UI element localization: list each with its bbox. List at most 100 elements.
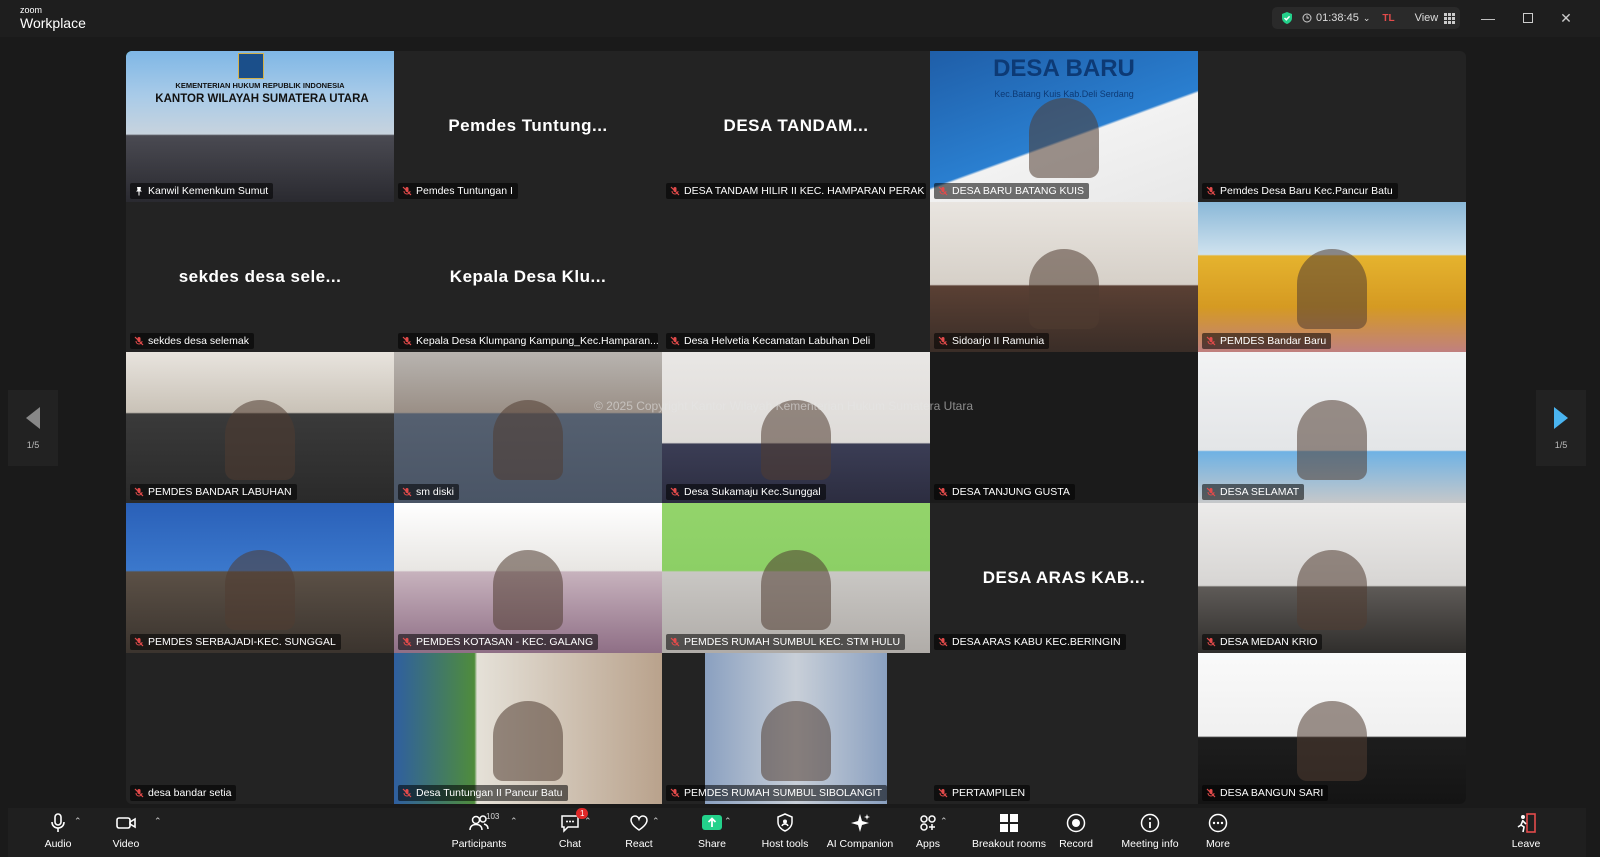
mic-muted-icon [134,788,144,798]
banner-emblem-icon [238,53,264,79]
chat-button[interactable]: 1 Chat [530,808,610,850]
app-logo: zoom Workplace [20,6,86,31]
apps-label: Apps [916,838,940,850]
mic-muted-icon [402,637,412,647]
video-options-caret-icon[interactable]: ⌃ [154,816,162,827]
participant-name: PEMDES RUMAH SUMBUL KEC. STM HULU [684,636,901,649]
participants-button[interactable]: 103 Participants [439,812,519,850]
participant-tile[interactable]: desa bandar setia [126,653,394,804]
apps-button[interactable]: Apps [888,812,968,850]
participant-name: DESA BANGUN SARI [1220,786,1324,799]
breakout-rooms-label: Breakout rooms [971,838,1047,850]
participant-silhouette [493,550,563,631]
background-sign-title: DESA BARU [993,55,1135,82]
user-initials-badge[interactable]: TL [1382,13,1394,24]
mic-muted-icon [670,336,680,346]
participant-tile[interactable]: DESA SELAMAT [1198,352,1466,503]
participant-silhouette [761,550,831,631]
ai-companion-label: AI Companion [826,838,894,850]
participant-tile[interactable]: Desa Sukamaju Kec.Sunggal [662,352,930,503]
participant-tile[interactable]: DESA BARU Kec.Batang Kuis Kab.Deli Serdan… [930,51,1198,202]
participant-tile[interactable]: Desa Helvetia Kecamatan Labuhan Deli [662,201,930,353]
record-label: Record [1059,838,1093,850]
logo-brand-big: Workplace [20,15,86,31]
participant-name-tag: sm diski [398,483,459,500]
maximize-button[interactable] [1518,8,1538,28]
participant-name-tag: Desa Sukamaju Kec.Sunggal [666,483,826,500]
participant-tile[interactable]: DESA TANDAM... DESA TANDAM HILIR II KEC. … [662,51,930,202]
mic-muted-icon [1206,788,1216,798]
participant-tile[interactable]: Kepala Desa Klu... Kepala Desa Klumpang K… [394,201,662,353]
participant-silhouette [493,399,563,480]
participant-tile[interactable]: Pemdes Desa Baru Kec.Pancur Batu [1198,51,1466,202]
participant-name-tag: Desa Helvetia Kecamatan Labuhan Deli [666,333,876,350]
participant-tile[interactable]: KEMENTERIAN HUKUM REPUBLIK INDONESIA KANT… [126,51,394,202]
mic-muted-icon [402,336,412,346]
meeting-timer[interactable]: 01:38:45 ⌄ [1302,12,1370,24]
participant-name: sm diski [416,485,454,498]
participant-name-tag: PEMDES SERBAJADI-KEC. SUNGGAL [130,634,341,651]
participant-tile[interactable]: DESA MEDAN KRIO [1198,502,1466,654]
participant-name-tag: PEMDES RUMAH SUMBUL SIBOLANGIT [666,784,887,801]
participant-tile[interactable]: sekdes desa sele... sekdes desa selemak [126,201,394,353]
leave-button[interactable]: Leave [1496,812,1556,850]
react-options-caret-icon[interactable]: ⌃ [652,816,660,827]
share-options-caret-icon[interactable]: ⌃ [724,816,732,827]
mic-muted-icon [1206,487,1216,497]
participant-name: PEMDES BANDAR LABUHAN [148,485,292,498]
participant-tile[interactable]: PERTAMPILEN [930,653,1198,804]
participant-tile[interactable]: PEMDES Bandar Baru [1198,201,1466,353]
mic-muted-icon [402,487,412,497]
participant-name: PEMDES SERBAJADI-KEC. SUNGGAL [148,636,336,649]
share-label: Share [697,838,727,850]
view-button[interactable]: View [1415,12,1456,24]
record-button[interactable]: Record [1036,812,1116,850]
mic-muted-icon [1206,336,1216,346]
participant-display-name: DESA ARAS KAB... [982,568,1146,588]
minimize-button[interactable]: — [1478,8,1498,28]
participant-tile[interactable]: Pemdes Tuntung... Pemdes Tuntungan I [394,51,662,202]
host-tools-button[interactable]: Host tools [745,812,825,850]
mic-muted-icon [670,186,680,196]
participant-tile[interactable]: DESA TANJUNG GUSTA [930,352,1198,503]
participant-tile[interactable]: PEMDES RUMAH SUMBUL KEC. STM HULU [662,502,930,654]
mic-muted-icon [134,487,144,497]
record-icon [1066,813,1086,833]
participant-display-name: sekdes desa sele... [178,266,342,286]
participant-tile[interactable]: Desa Tuntungan II Pancur Batu [394,653,662,804]
participant-tile[interactable]: Sidoarjo II Ramunia [930,201,1198,353]
participants-options-caret-icon[interactable]: ⌃ [510,816,518,827]
participant-silhouette [761,700,831,781]
participant-tile[interactable]: sm diski [394,352,662,503]
close-button[interactable]: ✕ [1556,8,1576,28]
pin-icon [136,186,142,196]
host-shield-icon [777,813,793,832]
participant-silhouette [1029,98,1099,179]
participant-tile[interactable]: PEMDES SERBAJADI-KEC. SUNGGAL [126,502,394,654]
more-label: More [1206,838,1230,850]
mic-muted-icon [670,487,680,497]
participant-tile[interactable]: DESA ARAS KAB... DESA ARAS KABU KEC.BERIN… [930,502,1198,654]
share-button[interactable]: Share [672,812,752,850]
participant-tile[interactable]: PEMDES RUMAH SUMBUL SIBOLANGIT [662,653,930,804]
more-button[interactable]: More [1178,812,1258,850]
participant-display-name: Kepala Desa Klu... [449,266,607,286]
react-button[interactable]: React [599,812,679,850]
participant-name: DESA TANJUNG GUSTA [952,485,1070,498]
chat-options-caret-icon[interactable]: ⌃ [584,816,592,827]
participant-name: DESA ARAS KABU KEC.BERINGIN [952,636,1121,649]
chat-label: Chat [558,838,582,850]
participant-tile[interactable]: PEMDES KOTASAN - KEC. GALANG [394,502,662,654]
audio-options-caret-icon[interactable]: ⌃ [74,816,82,827]
timer-text: 01:38:45 [1316,12,1359,24]
maximize-icon [1523,13,1533,23]
next-page-button[interactable]: 1/5 [1536,390,1586,466]
previous-page-button[interactable]: 1/5 [8,390,58,466]
mic-muted-icon [402,186,412,196]
participant-tile[interactable]: DESA BANGUN SARI [1198,653,1466,804]
participant-name-tag: DESA ARAS KABU KEC.BERINGIN [934,634,1126,651]
participant-tile[interactable]: PEMDES BANDAR LABUHAN [126,352,394,503]
apps-options-caret-icon[interactable]: ⌃ [940,816,948,827]
gallery-grid: KEMENTERIAN HUKUM REPUBLIK INDONESIA KANT… [126,51,1466,804]
encryption-shield-icon[interactable] [1280,11,1294,25]
